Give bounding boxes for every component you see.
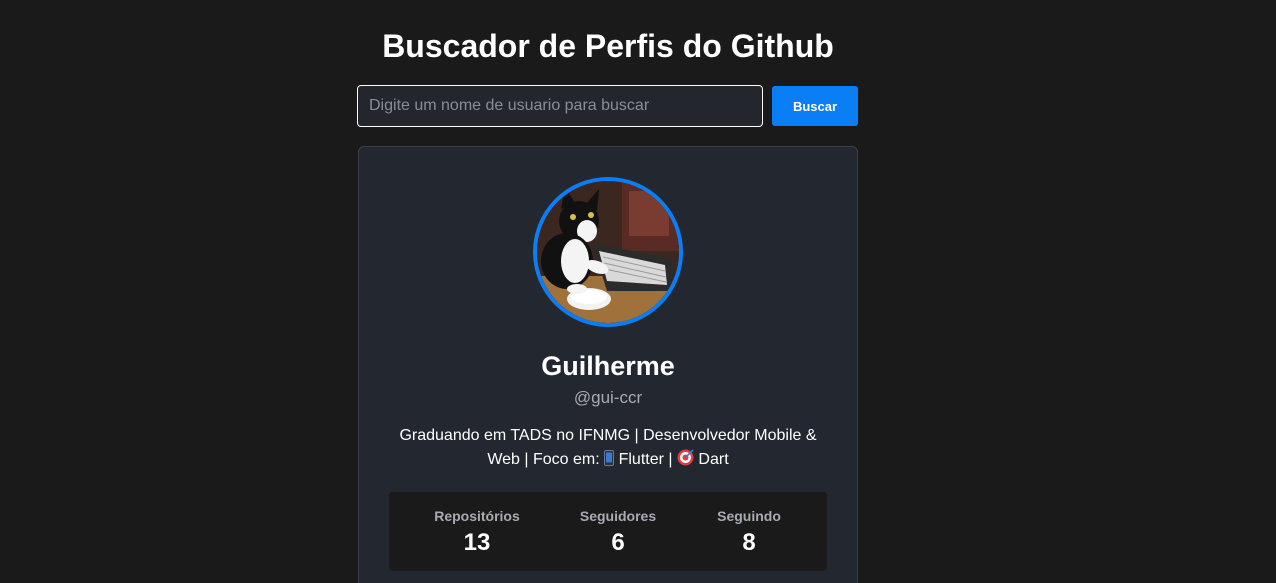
stat-value: 8 — [742, 529, 756, 556]
search-bar: Buscar — [357, 85, 858, 127]
profile-login: @gui-ccr — [573, 388, 643, 407]
profile-card: Guilherme @gui-ccr Graduando em TADS no … — [358, 146, 858, 583]
stat-label: Seguindo — [717, 508, 781, 524]
page: Buscador de Perfis do Github Buscar — [0, 0, 1276, 583]
page-title: Buscador de Perfis do Github — [382, 28, 834, 64]
profile-bio: Graduando em TADS no IFNMG | Desenvolved… — [388, 424, 828, 474]
bio-text-part2: Flutter | — [614, 451, 677, 468]
stat-following: Seguindo 8 — [689, 492, 809, 571]
stat-label: Seguidores — [579, 508, 657, 524]
search-input[interactable] — [357, 85, 763, 127]
profile-name: Guilherme — [541, 351, 675, 381]
stats-panel: Repositórios 13 Seguidores 6 Seguindo 8 — [389, 492, 827, 571]
bio-text-part3: Dart — [693, 451, 729, 468]
avatar-image — [537, 181, 679, 323]
avatar — [533, 177, 683, 327]
stat-repositories: Repositórios 13 — [417, 492, 537, 571]
stat-followers: Seguidores 6 — [558, 492, 678, 571]
search-button[interactable]: Buscar — [772, 86, 858, 126]
target-icon — [677, 449, 694, 474]
stat-label: Repositórios — [434, 508, 520, 524]
stat-value: 6 — [611, 529, 625, 556]
mobile-phone-icon — [604, 450, 615, 474]
stat-value: 13 — [463, 529, 491, 556]
